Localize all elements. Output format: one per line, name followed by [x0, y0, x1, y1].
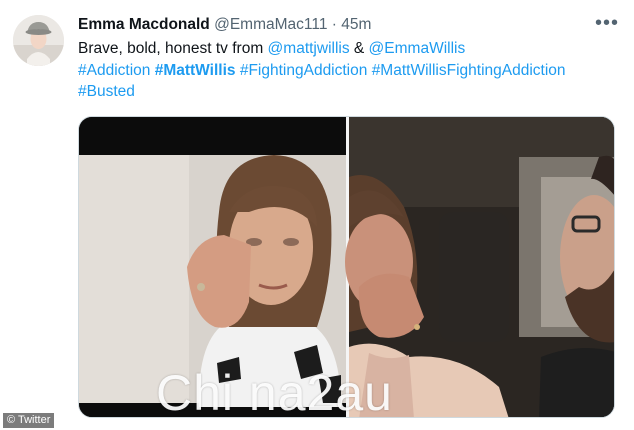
hashtag-link[interactable]: #MattWillis — [155, 62, 236, 79]
mention-link[interactable]: @EmmaWillis — [369, 40, 466, 57]
image-credit: © Twitter — [3, 413, 55, 428]
author-handle[interactable]: @EmmaMac111 — [214, 16, 327, 33]
avatar[interactable] — [13, 15, 64, 66]
hashtag-link[interactable]: #FightingAddiction — [240, 62, 368, 79]
tweet-line-1: Brave, bold, honest tv from @mattjwillis… — [78, 38, 623, 60]
tweet-text: Brave, bold, honest tv from @mattjwillis… — [78, 38, 623, 103]
separator-dot: · — [331, 16, 337, 33]
more-options-icon[interactable]: ••• — [590, 13, 624, 36]
mention-link[interactable]: @mattjwillis — [268, 40, 350, 57]
watermark-text: Chi na2au — [156, 365, 393, 421]
tweet-line-3: #Busted — [78, 81, 623, 103]
tweet-text-join: & — [349, 40, 369, 57]
tweet-text-intro: Brave, bold, honest tv from — [78, 40, 268, 57]
avatar-image — [13, 15, 64, 66]
hashtag-link[interactable]: #Busted — [78, 83, 135, 100]
tweet-time[interactable]: 45m — [341, 16, 371, 33]
hashtag-link[interactable]: #Addiction — [78, 62, 150, 79]
tweet-header: Emma Macdonald @EmmaMac111 · 45m — [78, 15, 578, 37]
tweet-line-2: #Addiction #MattWillis #FightingAddictio… — [78, 60, 623, 82]
hashtag-link[interactable]: #MattWillisFightingAddiction — [372, 62, 566, 79]
author-name[interactable]: Emma Macdonald — [78, 16, 210, 33]
